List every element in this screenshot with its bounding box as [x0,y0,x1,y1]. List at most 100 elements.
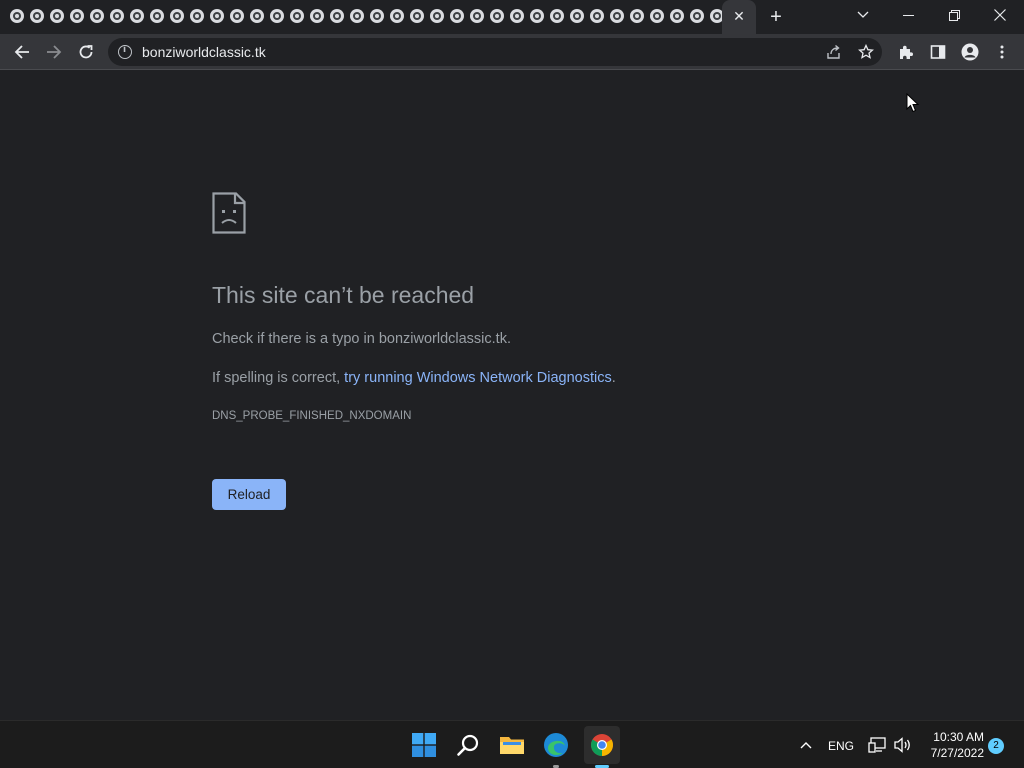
profile-button[interactable] [958,40,982,64]
close-window-button[interactable] [977,0,1023,30]
edge-button[interactable] [540,729,572,761]
restore-button[interactable] [931,0,977,30]
chrome-favicon-icon[interactable] [590,9,604,23]
tab-strip: ✕ + [0,0,1024,34]
notification-badge[interactable]: 2 [988,738,1004,754]
chrome-favicon-icon[interactable] [330,9,344,23]
chrome-favicon-icon[interactable] [310,9,324,23]
system-clock[interactable]: 10:30 AM 7/27/2022 [920,729,984,761]
chrome-favicon-icon[interactable] [350,9,364,23]
chevron-up-icon [800,742,812,749]
edge-icon [544,733,568,757]
chrome-favicon-icon[interactable] [210,9,224,23]
chrome-favicon-icon[interactable] [670,9,684,23]
chrome-icon [591,734,613,756]
chrome-favicon-icon[interactable] [270,9,284,23]
error-diagnostics-hint: If spelling is correct, try running Wind… [212,370,616,386]
reload-page-button[interactable]: Reload [212,479,286,510]
diagnostics-prefix: If spelling is correct, [212,370,345,386]
minimize-icon [902,14,914,16]
network-icon [868,737,886,753]
side-panel-button[interactable] [926,40,950,64]
puzzle-icon [900,45,913,59]
clock-date: 7/27/2022 [930,746,984,760]
clock-time: 10:30 AM [933,730,984,744]
person-icon [961,43,979,61]
share-icon [827,44,840,59]
show-hidden-icons-button[interactable] [794,729,818,761]
info-icon[interactable] [118,45,132,59]
extensions-button[interactable] [894,40,918,64]
diagnostics-link[interactable]: try running Windows Network Diagnostics [344,370,612,386]
folder-icon [500,737,524,754]
chevron-down-icon [857,11,869,18]
arrow-left-icon [14,45,29,59]
diagnostics-suffix: . [611,370,616,386]
error-headline: This site can’t be reached [212,282,475,308]
chrome-favicon-icon[interactable] [690,9,704,23]
chrome-favicon-icon[interactable] [490,9,504,23]
active-tab[interactable]: ✕ [722,0,756,34]
chrome-favicon-icon[interactable] [390,9,404,23]
windows-logo-icon [412,733,436,757]
chrome-favicon-icon[interactable] [90,9,104,23]
new-tab-button[interactable]: + [766,7,786,27]
browser-menu-button[interactable] [990,40,1014,64]
chrome-favicon-icon[interactable] [50,9,64,23]
restore-icon [948,9,960,21]
error-typo-hint: Check if there is a typo in bonziworldcl… [212,331,511,347]
chrome-favicon-icon[interactable] [70,9,84,23]
file-explorer-button[interactable] [496,729,528,761]
taskbar-search-button[interactable] [452,729,484,761]
reload-icon [79,45,93,59]
network-button[interactable] [866,729,888,761]
chrome-favicon-icon[interactable] [10,9,24,23]
forward-button[interactable] [42,40,66,64]
bookmark-button[interactable] [854,40,878,64]
chrome-favicon-icon[interactable] [530,9,544,23]
url-text[interactable]: bonziworldclassic.tk [142,44,266,60]
chrome-favicon-icon[interactable] [470,9,484,23]
chrome-favicon-icon[interactable] [250,9,264,23]
chrome-favicon-icon[interactable] [550,9,564,23]
minimize-button[interactable] [885,0,931,30]
chrome-favicon-icon[interactable] [130,9,144,23]
mouse-cursor-icon [906,93,920,113]
language-indicator[interactable]: ENG [828,739,854,753]
tab-close-icon[interactable]: ✕ [732,8,746,24]
taskbar: ENG 10:30 AM 7/27/2022 2 [0,720,1024,768]
tab-search-button[interactable] [840,0,886,30]
tab-list [10,9,730,23]
chrome-favicon-icon[interactable] [110,9,124,23]
speaker-icon [894,737,910,753]
kebab-menu-icon [1000,45,1004,59]
chrome-favicon-icon[interactable] [150,9,164,23]
side-panel-icon [930,45,946,59]
back-button[interactable] [10,40,34,64]
chrome-favicon-icon[interactable] [570,9,584,23]
arrow-right-icon [47,45,62,59]
chrome-favicon-icon[interactable] [450,9,464,23]
address-bar[interactable]: bonziworldclassic.tk [108,38,882,66]
chrome-favicon-icon[interactable] [610,9,624,23]
chrome-favicon-icon[interactable] [230,9,244,23]
chrome-favicon-icon[interactable] [630,9,644,23]
star-icon [858,44,874,59]
close-icon [994,9,1006,21]
chrome-favicon-icon[interactable] [170,9,184,23]
chrome-favicon-icon[interactable] [30,9,44,23]
chrome-favicon-icon[interactable] [190,9,204,23]
chrome-favicon-icon[interactable] [290,9,304,23]
chrome-favicon-icon[interactable] [510,9,524,23]
start-button[interactable] [408,729,440,761]
share-button[interactable] [822,40,846,64]
chrome-favicon-icon[interactable] [410,9,424,23]
volume-button[interactable] [892,729,914,761]
chrome-button[interactable] [584,726,620,764]
chrome-favicon-icon[interactable] [650,9,664,23]
reload-button[interactable] [74,40,98,64]
sad-page-icon [212,192,246,234]
chrome-favicon-icon[interactable] [430,9,444,23]
browser-toolbar: bonziworldclassic.tk [0,34,1024,70]
chrome-favicon-icon[interactable] [370,9,384,23]
